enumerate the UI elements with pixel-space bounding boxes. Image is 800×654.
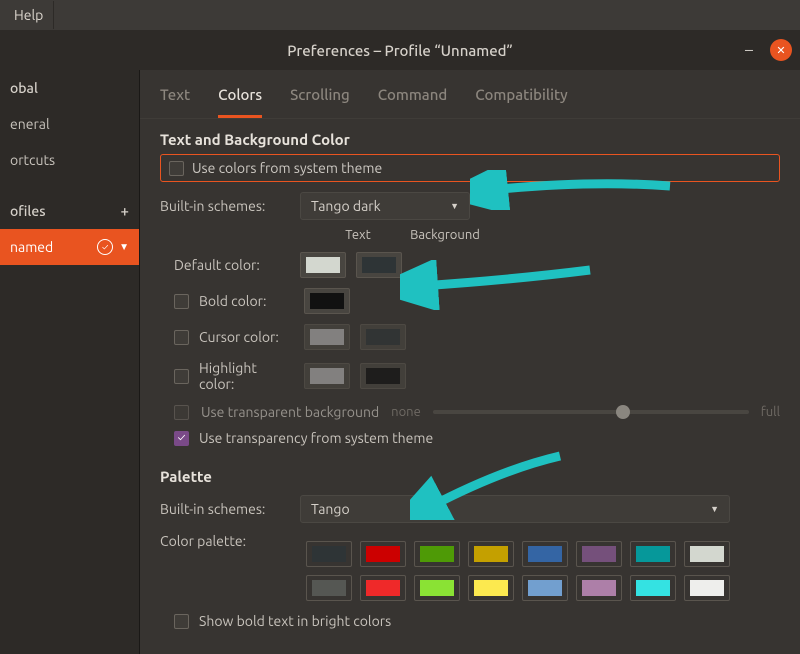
palette-color-button[interactable]	[630, 575, 676, 601]
menu-help[interactable]: Help	[4, 1, 54, 29]
builtin-schemes-label: Built-in schemes:	[160, 198, 290, 214]
bold-text-color-button[interactable]	[304, 288, 350, 314]
palette-color-button[interactable]	[576, 541, 622, 567]
bold-color-checkbox[interactable]	[174, 294, 189, 309]
builtin-schemes-value: Tango dark	[311, 198, 381, 214]
palette-color-button[interactable]	[360, 575, 406, 601]
close-button[interactable]: ✕	[770, 39, 792, 61]
column-header-text: Text	[330, 228, 386, 242]
palette-builtin-value: Tango	[311, 501, 350, 517]
tab-command[interactable]: Command	[378, 86, 448, 118]
chevron-down-icon: ▼	[450, 201, 459, 211]
minimize-button[interactable]: –	[742, 43, 756, 57]
sidebar-item-profile-unnamed[interactable]: named ✓ ▼	[0, 229, 139, 265]
transparency-slider[interactable]	[433, 410, 749, 414]
tab-colors[interactable]: Colors	[218, 86, 262, 118]
use-sys-transparency-checkbox[interactable]	[174, 431, 189, 446]
section-title-textbg: Text and Background Color	[160, 131, 780, 148]
tab-text[interactable]: Text	[160, 86, 190, 118]
tabs: Text Colors Scrolling Command Compatibil…	[140, 70, 800, 119]
column-header-background: Background	[400, 228, 490, 242]
add-profile-icon[interactable]: +	[121, 202, 129, 219]
palette-color-button[interactable]	[522, 575, 568, 601]
tab-compatibility[interactable]: Compatibility	[475, 86, 567, 118]
slider-thumb[interactable]	[616, 405, 630, 419]
bold-color-label: Bold color:	[199, 293, 294, 309]
sidebar: obal eneral ortcuts ofiles + named ✓ ▼	[0, 70, 140, 654]
palette-color-button[interactable]	[414, 541, 460, 567]
window-title: Preferences – Profile “Unnamed”	[0, 42, 800, 59]
show-bold-bright-label: Show bold text in bright colors	[199, 613, 391, 629]
menubar: Help	[0, 0, 800, 30]
slider-label-none: none	[391, 405, 421, 419]
check-circle-icon: ✓	[97, 239, 113, 255]
builtin-schemes-dropdown[interactable]: Tango dark ▼	[300, 192, 470, 220]
cursor-color-label: Cursor color:	[199, 329, 294, 345]
sidebar-heading-profiles: ofiles +	[0, 192, 139, 229]
close-icon: ✕	[776, 44, 785, 57]
use-system-theme-label: Use colors from system theme	[192, 160, 382, 176]
transparent-bg-checkbox[interactable]	[174, 405, 189, 420]
palette-builtin-label: Built-in schemes:	[160, 501, 290, 517]
palette-color-button[interactable]	[306, 541, 352, 567]
palette-color-button[interactable]	[522, 541, 568, 567]
palette-color-button[interactable]	[306, 575, 352, 601]
default-text-color-button[interactable]	[300, 252, 346, 278]
sidebar-heading-global: obal	[0, 70, 139, 106]
content-panel: Text Colors Scrolling Command Compatibil…	[140, 70, 800, 654]
default-bg-color-button[interactable]	[356, 252, 402, 278]
highlight-bg-color-button[interactable]	[360, 363, 406, 389]
palette-builtin-dropdown[interactable]: Tango ▼	[300, 495, 730, 523]
slider-label-full: full	[761, 405, 780, 419]
palette-color-button[interactable]	[684, 575, 730, 601]
use-sys-transparency-label: Use transparency from system theme	[199, 430, 433, 446]
highlight-color-checkbox[interactable]	[174, 369, 189, 384]
palette-color-button[interactable]	[468, 541, 514, 567]
palette-color-button[interactable]	[576, 575, 622, 601]
palette-color-button[interactable]	[360, 541, 406, 567]
highlight-color-label: Highlight color:	[199, 360, 294, 392]
cursor-text-color-button[interactable]	[304, 324, 350, 350]
chevron-down-icon[interactable]: ▼	[119, 241, 129, 253]
use-system-theme-checkbox[interactable]	[169, 161, 184, 176]
palette-color-button[interactable]	[630, 541, 676, 567]
tab-scrolling[interactable]: Scrolling	[290, 86, 350, 118]
palette-grid	[306, 541, 730, 601]
show-bold-bright-checkbox[interactable]	[174, 614, 189, 629]
palette-color-button[interactable]	[414, 575, 460, 601]
palette-color-button[interactable]	[684, 541, 730, 567]
palette-color-button[interactable]	[468, 575, 514, 601]
cursor-color-checkbox[interactable]	[174, 330, 189, 345]
chevron-down-icon: ▼	[710, 504, 719, 514]
section-title-palette: Palette	[160, 468, 780, 485]
highlight-text-color-button[interactable]	[304, 363, 350, 389]
titlebar: Preferences – Profile “Unnamed” – ✕	[0, 30, 800, 70]
sidebar-item-general[interactable]: eneral	[0, 106, 139, 142]
sidebar-item-shortcuts[interactable]: ortcuts	[0, 142, 139, 178]
color-palette-label: Color palette:	[160, 533, 290, 549]
transparent-bg-label: Use transparent background	[201, 404, 379, 420]
use-system-theme-row[interactable]: Use colors from system theme	[160, 154, 780, 182]
default-color-label: Default color:	[174, 257, 290, 273]
cursor-bg-color-button[interactable]	[360, 324, 406, 350]
